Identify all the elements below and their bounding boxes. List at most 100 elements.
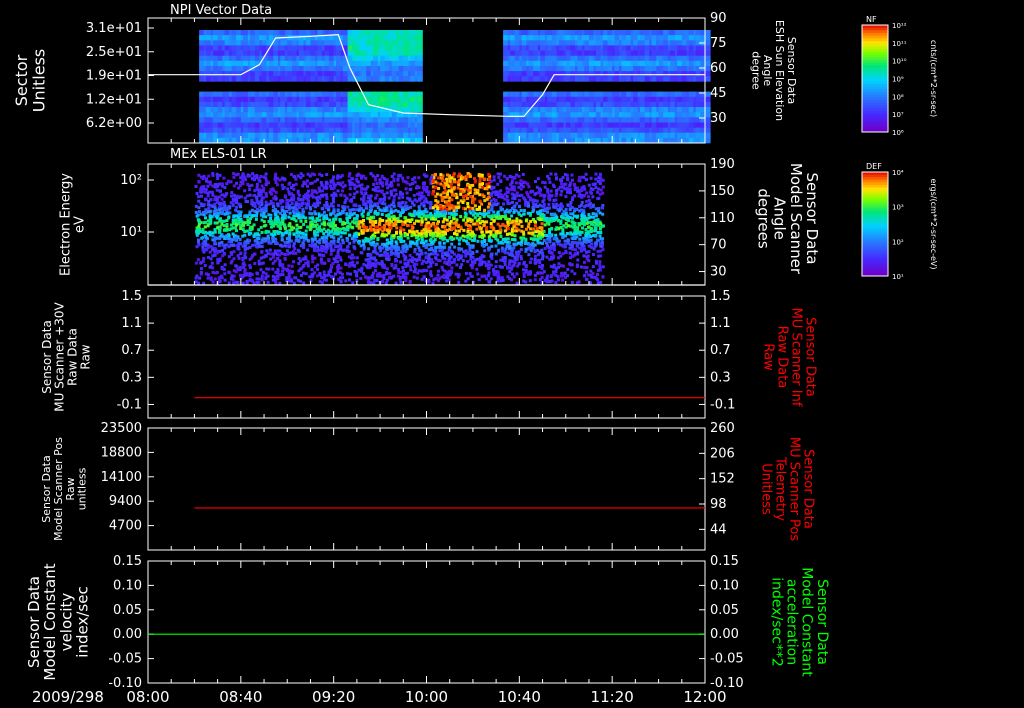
npi-ytick-label: 6.2e+00 — [86, 116, 142, 131]
els-cell — [571, 198, 574, 201]
els-cell — [556, 242, 560, 246]
npi-cell — [417, 71, 423, 77]
els-cell — [504, 237, 508, 241]
els-cell — [559, 193, 563, 197]
els-cell — [301, 184, 305, 188]
npi-cell — [705, 30, 711, 36]
els-cell — [482, 233, 486, 237]
els-cell — [297, 234, 301, 238]
els-cell — [557, 278, 560, 282]
els-cell — [327, 208, 331, 212]
els-cell — [457, 242, 461, 246]
els-cell — [496, 182, 500, 186]
els-cell — [350, 237, 354, 240]
els-cell — [218, 208, 222, 212]
els-cell — [401, 192, 404, 196]
npi-ytick-label: 1.2e+01 — [86, 92, 142, 107]
els-cell — [478, 177, 482, 181]
els-cell — [520, 229, 524, 233]
els-cell — [440, 199, 444, 202]
els-cell — [357, 226, 361, 230]
els-cell — [415, 185, 419, 188]
els-cell — [224, 192, 228, 196]
els-cell — [327, 205, 331, 209]
els-cell — [456, 174, 460, 178]
els-cell — [346, 226, 350, 230]
els-cell — [414, 236, 418, 240]
els-cell — [222, 176, 226, 180]
els-cell — [499, 235, 503, 238]
els-cell — [237, 247, 241, 251]
els-cell — [444, 189, 448, 193]
els-cell — [437, 269, 440, 273]
els-cell — [418, 258, 422, 262]
els-cell — [331, 204, 335, 208]
els-cell — [527, 185, 531, 189]
els-cell — [375, 182, 379, 185]
els-cell — [302, 223, 306, 226]
els-cell — [401, 195, 405, 199]
els-cell — [311, 260, 315, 264]
els-cell — [499, 180, 503, 184]
els-cell — [592, 253, 595, 256]
els-cell — [329, 243, 333, 247]
els-cell — [337, 204, 341, 207]
els-cell — [304, 272, 308, 276]
els-cell — [596, 273, 599, 277]
els-cell — [197, 180, 201, 184]
els-cell — [601, 212, 605, 216]
els-cell — [580, 193, 584, 197]
els-cell — [598, 266, 602, 270]
els-cell — [392, 224, 396, 227]
els-cell — [582, 194, 586, 198]
els-cell — [457, 273, 461, 277]
els-cell — [539, 188, 542, 192]
els-cell — [484, 263, 488, 266]
els-cell — [220, 274, 223, 278]
els-cell — [361, 239, 365, 243]
els-cell — [343, 201, 347, 205]
els-cell — [533, 258, 537, 261]
els-cell — [467, 224, 470, 228]
els-cell — [585, 221, 589, 225]
els-cell — [304, 233, 308, 237]
els-cell — [500, 276, 504, 280]
npi-ytick-label: 2.5e+01 — [86, 45, 142, 60]
els-cell — [344, 279, 348, 283]
els-cell — [399, 280, 403, 284]
els-cell — [259, 268, 263, 272]
els-cell — [500, 246, 504, 250]
els-cell — [208, 210, 212, 214]
els-cell — [585, 277, 589, 281]
els-cell — [594, 177, 598, 181]
els-cell — [433, 173, 437, 176]
els-cell — [278, 227, 282, 230]
els-cell — [241, 281, 245, 285]
els-cell — [304, 220, 308, 223]
els-cell — [583, 187, 587, 191]
els-cell — [411, 230, 414, 234]
els-cell — [434, 256, 438, 260]
els-cell — [540, 222, 544, 226]
els-cell — [348, 222, 352, 226]
els-cell — [359, 244, 363, 248]
els-cell — [510, 267, 514, 271]
els-cell — [527, 253, 531, 257]
els-cell — [440, 254, 444, 258]
els-cell — [512, 263, 516, 267]
els-cell — [385, 278, 389, 282]
els-cell — [503, 263, 507, 267]
els-cell — [313, 237, 317, 241]
els-cell — [533, 220, 537, 223]
npi-cell — [417, 60, 423, 67]
els-cell — [483, 274, 487, 278]
els-cell — [220, 193, 224, 197]
els-cell — [466, 197, 469, 200]
els-cell — [597, 187, 600, 191]
els-cell — [464, 239, 468, 243]
els-cell — [202, 281, 206, 285]
els-cell — [312, 202, 316, 206]
els-cell — [371, 271, 375, 275]
els-cell — [366, 228, 370, 232]
els-cell — [494, 190, 498, 194]
